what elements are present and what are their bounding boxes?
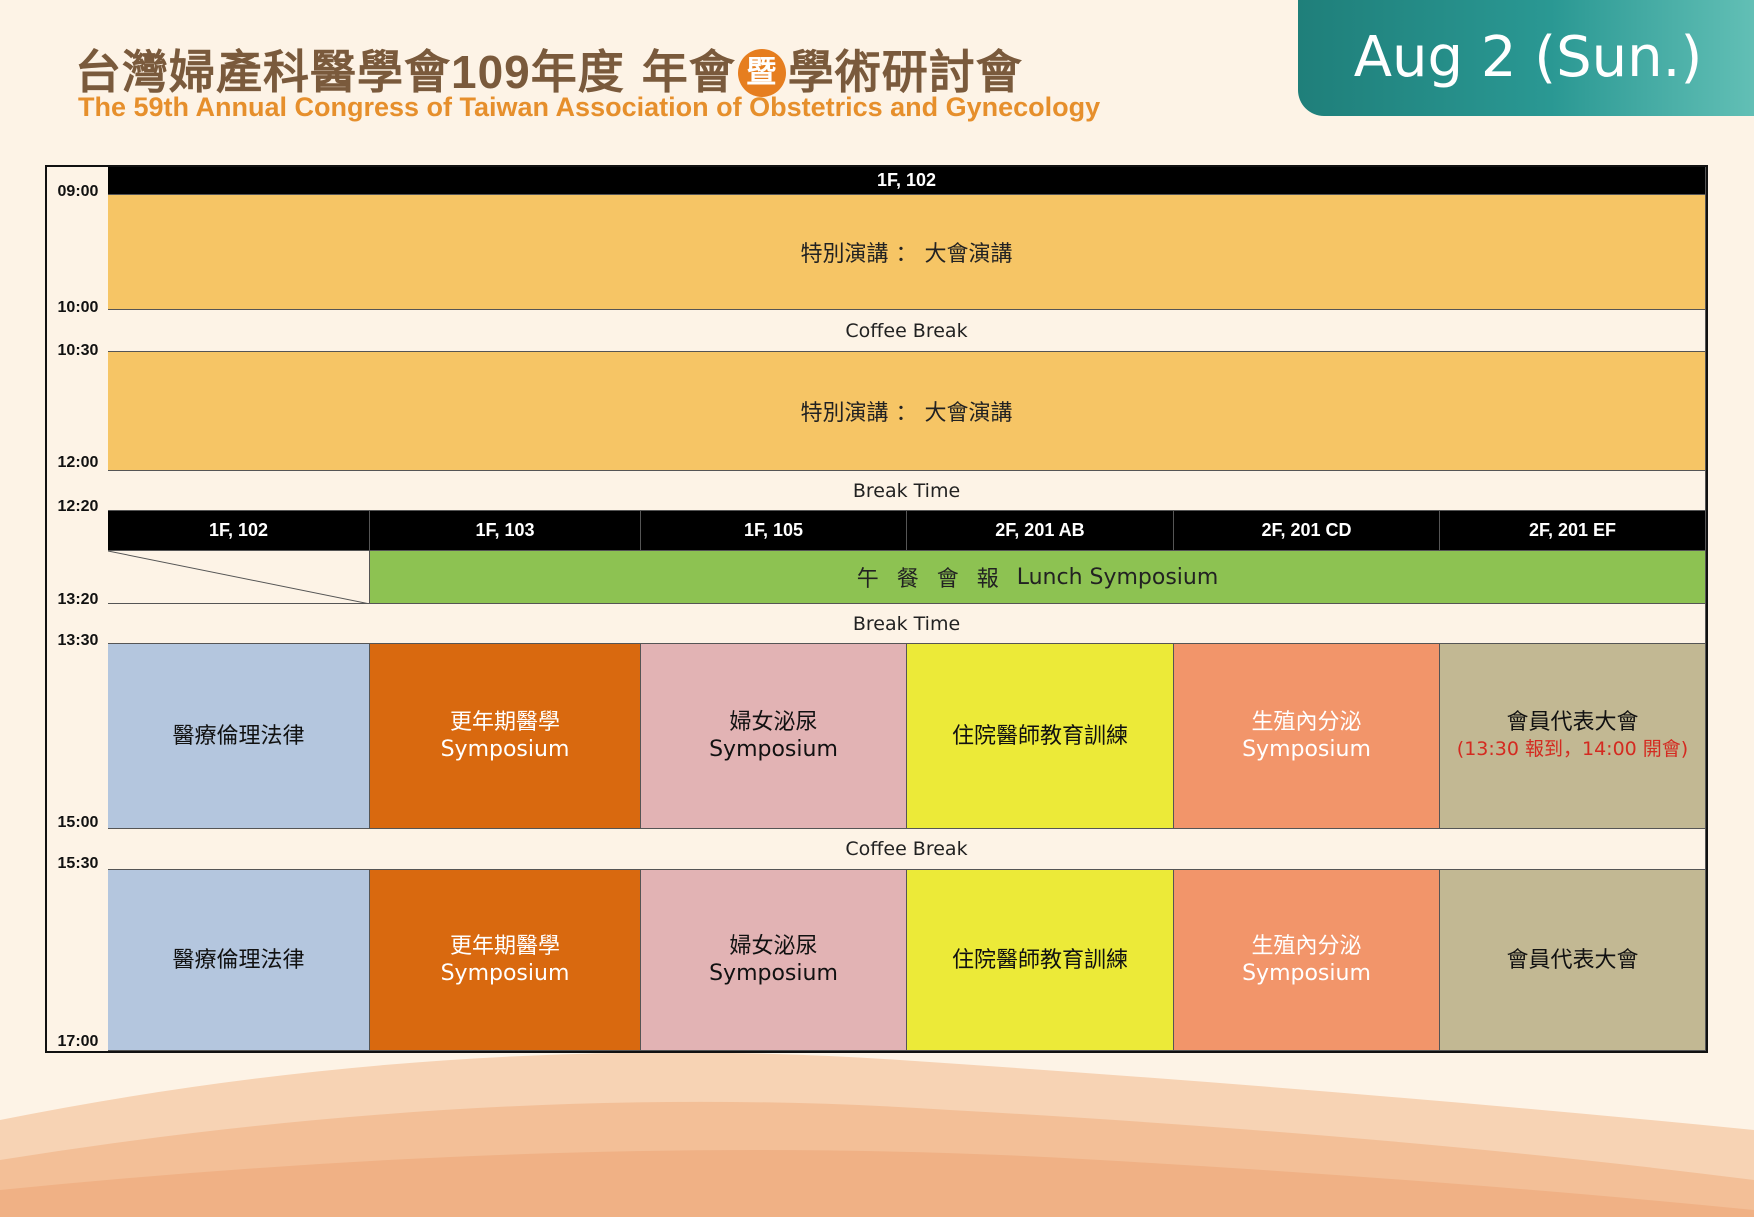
session-title: 婦女泌尿 (729, 934, 818, 959)
room-header: 2F, 201 CD (1174, 511, 1440, 551)
session-note: (13:30 報到，14:00 開會) (1456, 738, 1689, 760)
session-title: 更年期醫學 (449, 934, 560, 959)
session-title: 婦女泌尿 (729, 710, 818, 735)
session-cell: 醫療倫理法律 (108, 870, 370, 1051)
session-subtitle: Symposium (1242, 961, 1371, 986)
session-cell: 會員代表大會 (1440, 870, 1706, 1051)
empty-lunch-cell (108, 551, 370, 604)
room-header-top: 1F, 102 (108, 167, 1706, 195)
plenary-session-2: 特別演講 ： 大會演講 (108, 352, 1706, 471)
title-zh-year: 109 (451, 46, 531, 98)
time-label: 15:00 (57, 814, 99, 831)
break-time-2: Break Time (108, 604, 1706, 644)
session-cell: 婦女泌尿 Symposium (641, 870, 907, 1051)
session-subtitle: Symposium (1242, 737, 1371, 762)
session-title: 醫療倫理法律 (172, 947, 305, 973)
session-cell: 住院醫師教育訓練 (907, 644, 1174, 829)
session-subtitle: Symposium (709, 961, 838, 986)
decorative-waves (0, 1052, 1754, 1217)
time-label: 09:00 (57, 183, 99, 200)
session-cell: 生殖內分泌 Symposium (1174, 870, 1440, 1051)
lunch-en-label: Lunch Symposium (1016, 564, 1219, 590)
session-title: 醫療倫理法律 (172, 723, 305, 749)
session-title: 住院醫師教育訓練 (951, 723, 1128, 749)
page-subtitle: The 59th Annual Congress of Taiwan Assoc… (78, 92, 1101, 122)
session-title: 會員代表大會 (1506, 710, 1639, 735)
coffee-break-2-label: Coffee Break (845, 838, 968, 860)
lunch-zh-label: 午餐會報 (856, 567, 1017, 592)
plenary-2-label: 特別演講 ： 大會演講 (800, 401, 1013, 426)
session-subtitle: Symposium (440, 737, 570, 762)
title-zh-part2: 年度 年會 (530, 45, 736, 99)
room-header: 2F, 201 EF (1440, 511, 1706, 551)
date-tab: Aug 2 (Sun.) (1298, 0, 1754, 116)
session-title: 住院醫師教育訓練 (951, 947, 1128, 973)
title-zh-part1: 台灣婦產科醫學會 (75, 45, 451, 99)
break-time-1-label: Break Time (852, 479, 961, 502)
diagonal-line (108, 551, 370, 604)
time-label: 12:00 (57, 454, 99, 471)
time-label: 10:00 (57, 299, 99, 316)
room-header: 1F, 105 (641, 511, 907, 551)
session-cell: 更年期醫學 Symposium (370, 870, 641, 1051)
session-cell: 婦女泌尿 Symposium (641, 644, 907, 829)
session-title: 生殖內分泌 (1251, 934, 1362, 959)
time-label: 12:20 (57, 498, 99, 515)
session-title: 生殖內分泌 (1251, 710, 1362, 735)
title-badge: 暨 (737, 49, 786, 97)
room-header: 1F, 103 (370, 511, 641, 551)
plenary-session-1: 特別演講 ： 大會演講 (108, 195, 1706, 310)
coffee-break-2: Coffee Break (108, 829, 1706, 870)
session-cell: 住院醫師教育訓練 (907, 870, 1174, 1051)
session-cell: 更年期醫學 Symposium (370, 644, 641, 829)
time-label: 10:30 (57, 342, 99, 359)
time-label: 17:00 (57, 1033, 99, 1050)
time-label: 13:20 (57, 591, 99, 608)
schedule-grid: 09:00 10:00 10:30 12:00 12:20 13:20 13:3… (45, 165, 1708, 1053)
break-time-2-label: Break Time (852, 612, 961, 635)
session-cell: 醫療倫理法律 (108, 644, 370, 829)
title-zh-part3: 學術研討會 (787, 45, 1023, 99)
session-title: 更年期醫學 (449, 710, 560, 735)
room-header: 2F, 201 AB (907, 511, 1174, 551)
session-cell: 會員代表大會 (13:30 報到，14:00 開會) (1440, 644, 1706, 829)
time-label: 15:30 (57, 855, 99, 872)
time-label: 13:30 (57, 632, 99, 649)
coffee-break-1: Coffee Break (108, 310, 1706, 352)
session-subtitle: Symposium (440, 961, 570, 986)
session-cell: 生殖內分泌 Symposium (1174, 644, 1440, 829)
session-title: 會員代表大會 (1506, 947, 1639, 973)
room-header: 1F, 102 (108, 511, 370, 551)
break-time-1: Break Time (108, 471, 1706, 511)
coffee-break-1-label: Coffee Break (845, 319, 968, 342)
lunch-symposium: 午餐會報 Lunch Symposium (370, 551, 1706, 604)
plenary-1-label: 特別演講 ： 大會演講 (800, 242, 1013, 267)
session-subtitle: Symposium (709, 737, 838, 762)
